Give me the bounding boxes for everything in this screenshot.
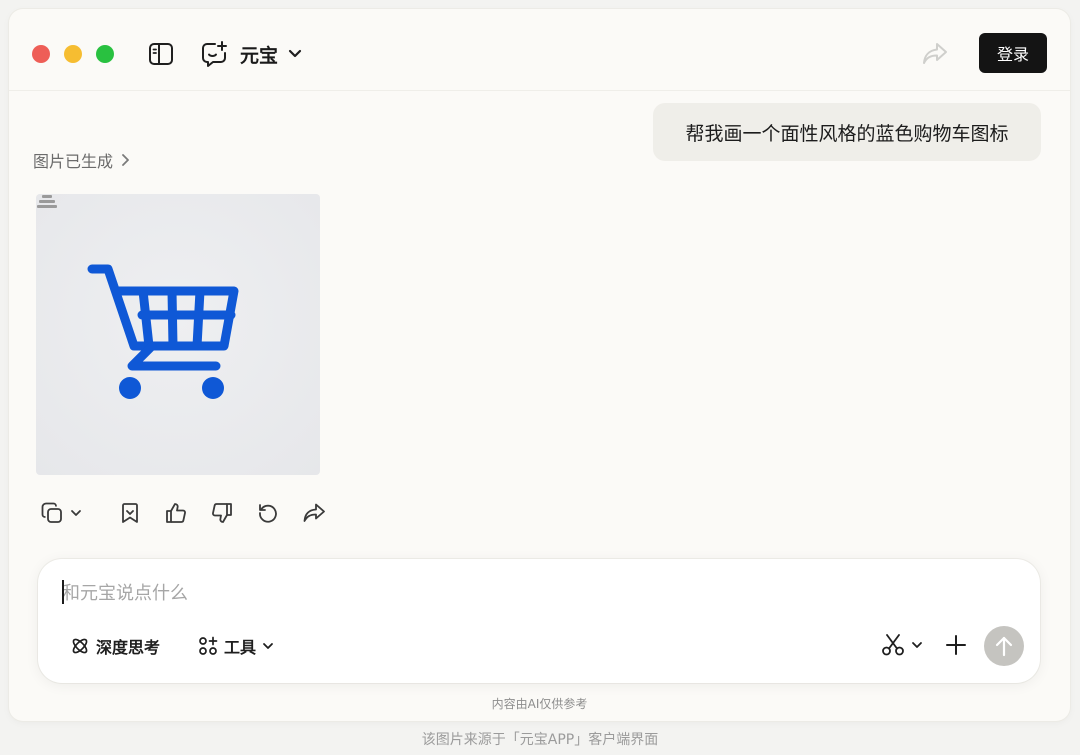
apps-icon (199, 636, 218, 655)
deep-think-button[interactable]: 深度思考 (70, 631, 160, 661)
image-generated-status[interactable]: 图片已生成 (33, 149, 131, 171)
tools-button[interactable]: 工具 (198, 631, 274, 661)
copy-button[interactable] (36, 499, 88, 527)
sidebar-toggle-button[interactable] (146, 39, 176, 69)
send-button[interactable] (984, 626, 1024, 666)
atom-icon (72, 638, 88, 654)
maximize-window-button[interactable] (96, 45, 114, 63)
ai-watermark-icon (37, 195, 57, 208)
thumbs-down-icon (212, 503, 232, 523)
share-conversation-button[interactable] (919, 38, 951, 70)
login-button[interactable]: 登录 (979, 33, 1047, 73)
like-button[interactable] (162, 499, 190, 527)
source-note: 该图片来源于「元宝APP」客户端界面 (421, 732, 659, 748)
minimize-window-button[interactable] (64, 45, 82, 63)
composer: 深度思考 工具 (38, 559, 1040, 683)
regenerate-button[interactable] (254, 499, 282, 527)
dislike-button[interactable] (208, 499, 236, 527)
bookmark-button[interactable] (116, 499, 144, 527)
arrow-up-icon (995, 636, 1013, 657)
copy-icon (41, 502, 62, 523)
tools-label: 工具 (224, 638, 257, 657)
status-text: 图片已生成 (33, 152, 114, 171)
attach-button[interactable] (940, 629, 972, 661)
thumbs-up-icon (166, 503, 186, 523)
close-window-button[interactable] (32, 45, 50, 63)
scissors-icon (882, 634, 904, 656)
chevron-down-icon (288, 49, 302, 58)
app-title-text: 元宝 (240, 44, 279, 67)
bookmark-icon (122, 503, 138, 523)
new-chat-button[interactable] (198, 38, 230, 70)
text-caret (62, 580, 64, 604)
title-bar: 元宝 登录 (9, 9, 1070, 91)
user-message-bubble: 帮我画一个面性风格的蓝色购物车图标 (653, 103, 1041, 161)
chevron-down-icon (263, 643, 273, 649)
shopping-cart-icon (87, 264, 239, 399)
share-icon (303, 503, 325, 522)
screenshot-button[interactable] (878, 629, 926, 661)
share-icon (923, 43, 947, 64)
chevron-down-icon (71, 510, 81, 516)
message-input[interactable] (62, 579, 962, 607)
plus-icon (946, 635, 966, 655)
ai-disclaimer: 内容由AI仅供参考 (491, 697, 588, 711)
deep-think-label: 深度思考 (96, 638, 161, 657)
new-chat-icon (202, 41, 227, 67)
chevron-down-icon (912, 642, 922, 648)
model-switcher[interactable]: 元宝 (240, 40, 302, 68)
sidebar-toggle-icon (149, 43, 173, 65)
generated-image[interactable] (36, 194, 320, 475)
forward-button[interactable] (300, 499, 328, 527)
app-window: 元宝 登录 帮我画一个面性风格的蓝色购物车图标 图片已生成 和元宝说点什么 深度… (9, 9, 1070, 721)
chevron-right-icon (122, 154, 129, 166)
refresh-icon (259, 504, 277, 523)
